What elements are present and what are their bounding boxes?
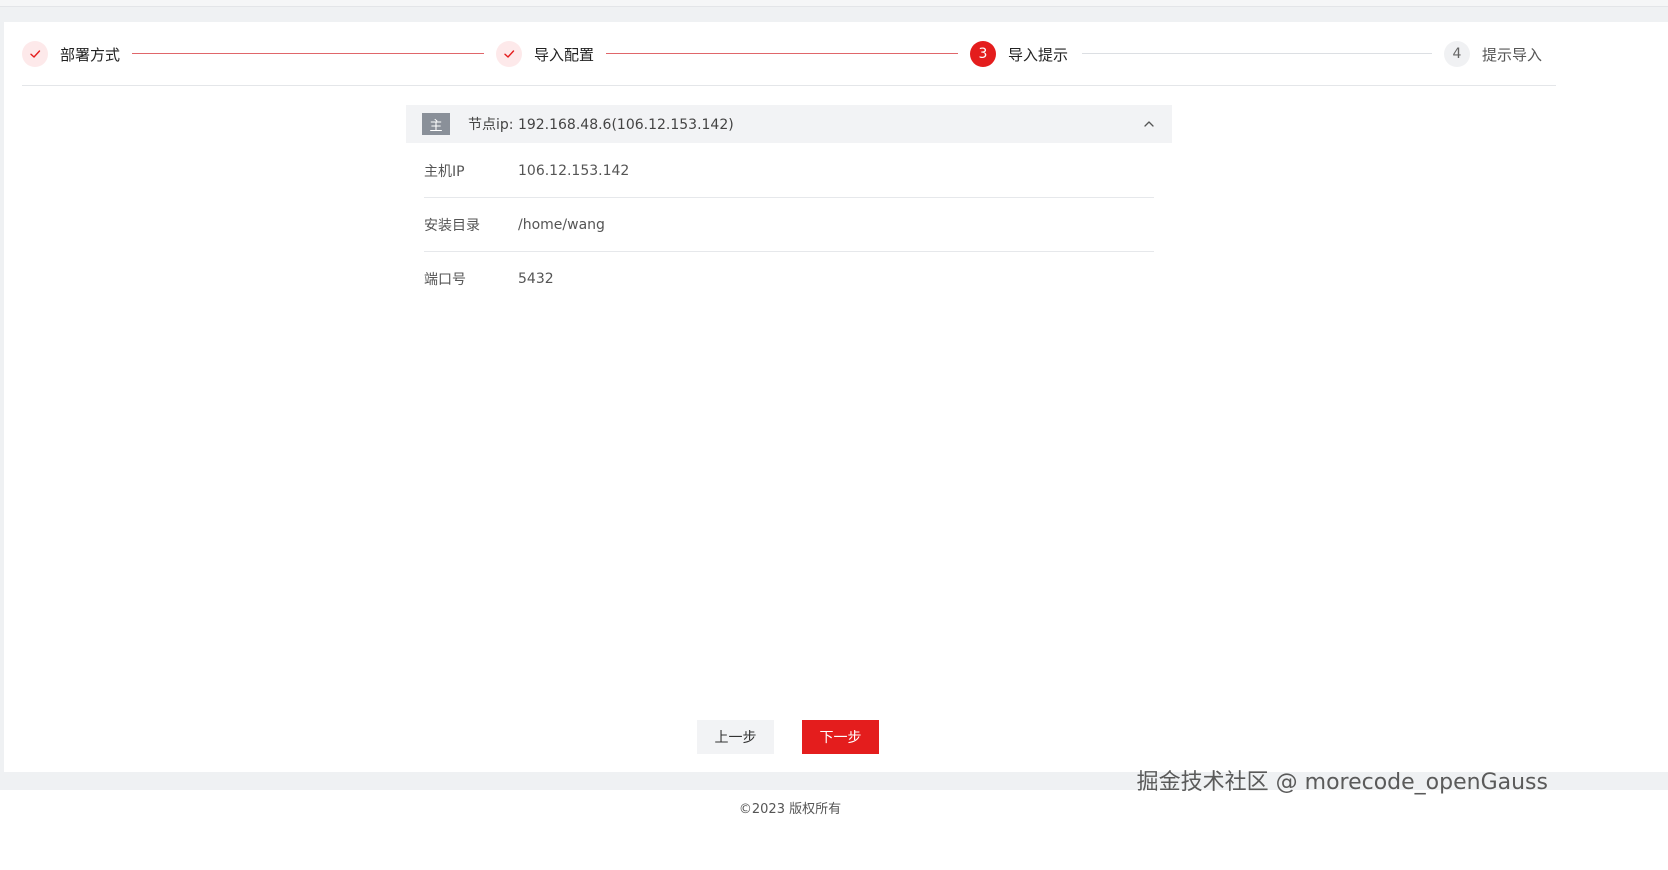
step-import-config: 导入配置 <box>496 40 594 68</box>
divider <box>22 85 1556 86</box>
step-label: 导入提示 <box>1008 45 1069 64</box>
step-label: 提示导入 <box>1482 45 1543 64</box>
detail-value: /home/wang <box>518 216 605 233</box>
step-label: 部署方式 <box>60 45 121 64</box>
check-icon <box>22 41 48 67</box>
node-panel-header[interactable]: 主 节点ip: 192.168.48.6(106.12.153.142) <box>406 105 1172 143</box>
step-connector <box>132 53 484 54</box>
detail-row-host-ip: 主机IP 106.12.153.142 <box>424 144 1154 198</box>
detail-value: 5432 <box>518 270 554 287</box>
check-icon <box>496 41 522 67</box>
copyright-text: ©2023 版权所有 <box>738 802 842 817</box>
step-connector <box>606 53 958 54</box>
detail-value: 106.12.153.142 <box>518 162 630 179</box>
next-step-button[interactable]: 下一步 <box>802 720 879 754</box>
step-import-tips: 3 导入提示 <box>970 40 1068 68</box>
step-connector <box>1082 53 1432 54</box>
watermark-text: 掘金技术社区 @ morecode_openGauss <box>1136 770 1548 795</box>
step-label: 导入配置 <box>534 45 595 64</box>
step-deploy-mode: 部署方式 <box>22 40 120 68</box>
node-role-badge: 主 <box>422 113 450 135</box>
detail-label: 主机IP <box>424 163 465 180</box>
prev-step-button[interactable]: 上一步 <box>697 720 774 754</box>
chevron-up-icon[interactable] <box>1142 117 1156 131</box>
footer: ©2023 版权所有 <box>0 790 1668 870</box>
step-prompt-import: 4 提示导入 <box>1444 40 1542 68</box>
detail-row-port: 端口号 5432 <box>424 252 1154 305</box>
node-title: 节点ip: 192.168.48.6(106.12.153.142) <box>468 117 734 133</box>
step-number: 4 <box>1444 41 1470 67</box>
node-details: 主机IP 106.12.153.142 安装目录 /home/wang 端口号 … <box>424 144 1154 305</box>
top-strip <box>0 0 1668 7</box>
detail-row-install-dir: 安装目录 /home/wang <box>424 198 1154 252</box>
steps-bar: 部署方式 导入配置 3 导入提示 4 提示导入 <box>4 22 1668 86</box>
detail-label: 端口号 <box>424 271 466 288</box>
step-number: 3 <box>970 41 996 67</box>
page: 部署方式 导入配置 3 导入提示 4 提示导入 主 节点ip: 192.168.… <box>0 0 1668 870</box>
detail-label: 安装目录 <box>424 217 480 234</box>
main-card: 部署方式 导入配置 3 导入提示 4 提示导入 主 节点ip: 192.168.… <box>4 22 1668 772</box>
